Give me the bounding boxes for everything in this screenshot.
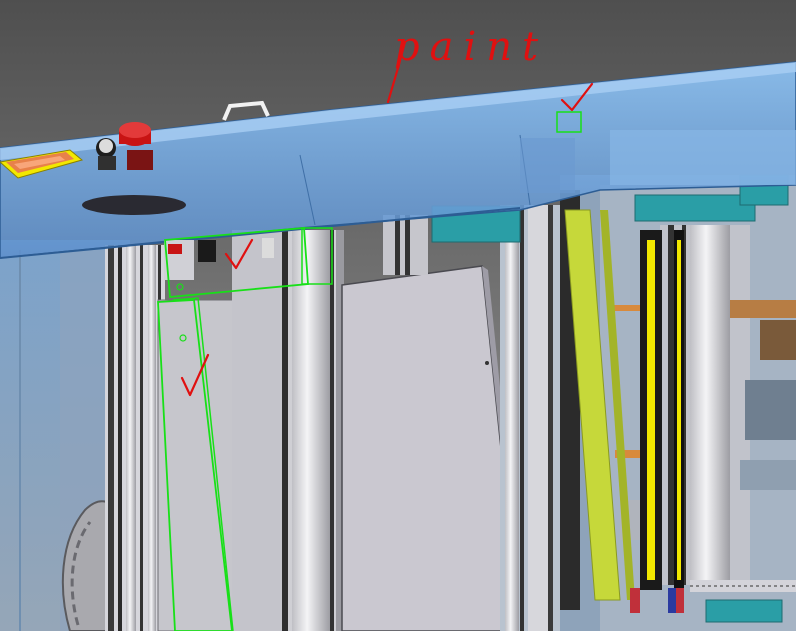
handwritten-paint-label: paint (394, 24, 548, 70)
light-curtain-right (640, 230, 684, 590)
teal-bracket-bottom-right (705, 599, 783, 623)
base-cylinder (82, 195, 186, 215)
cad-assembly-viewport[interactable]: paint (0, 0, 796, 631)
left-mounting-plate (157, 299, 234, 631)
main-column-rails (105, 245, 165, 631)
selector-switch (96, 138, 116, 170)
teal-bracket-right (634, 194, 756, 222)
